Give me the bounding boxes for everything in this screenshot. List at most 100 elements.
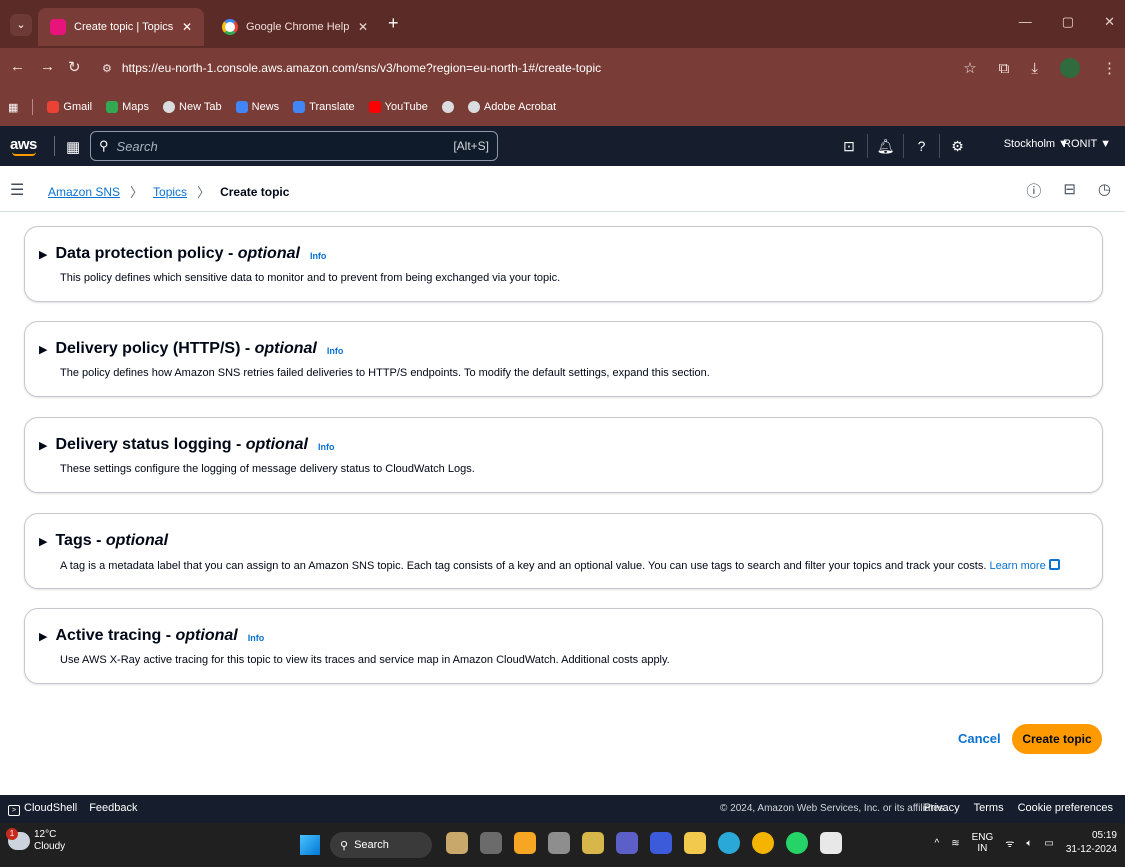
- chrome-browser-icon[interactable]: [752, 832, 774, 854]
- info-panel-icon[interactable]: ⓘ: [1026, 180, 1041, 201]
- search-shortcut: [Alt+S]: [453, 139, 489, 153]
- breadcrumb: Amazon SNS 〉 Topics 〉 Create topic: [48, 182, 289, 201]
- bookmark-star-icon[interactable]: ☆: [963, 59, 976, 77]
- bookmark-gmail[interactable]: Gmail: [47, 101, 92, 113]
- notifications-panel-icon[interactable]: ⊟: [1063, 180, 1076, 201]
- settings-app-icon[interactable]: [548, 832, 570, 854]
- info-link[interactable]: Info: [327, 346, 344, 356]
- globe-icon: [467, 101, 480, 113]
- battery-icon[interactable]: ▭: [1044, 838, 1053, 849]
- section-delivery-status-logging[interactable]: ▶ Delivery status logging - optional Inf…: [24, 417, 1103, 493]
- create-topic-button[interactable]: Create topic: [1012, 724, 1102, 754]
- section-data-protection-policy[interactable]: ▶ Data protection policy - optional Info…: [24, 226, 1103, 302]
- bookmark-adobe-acrobat[interactable]: Adobe Acrobat: [467, 101, 556, 113]
- section-header[interactable]: ▶ Data protection policy - optional Info: [39, 245, 326, 263]
- section-header[interactable]: ▶ Delivery policy (HTTP/S) - optional In…: [39, 340, 343, 358]
- tab-close-icon[interactable]: ✕: [358, 20, 368, 34]
- learn-more-link[interactable]: Learn more: [989, 560, 1045, 572]
- bookmark-new-tab[interactable]: New Tab: [163, 101, 222, 113]
- chevron-right-icon: 〉: [130, 185, 144, 200]
- section-header[interactable]: ▶ Tags - optional: [39, 532, 168, 550]
- whatsapp-icon[interactable]: [786, 832, 808, 854]
- hamburger-menu-icon[interactable]: ☰: [10, 180, 24, 200]
- section-delivery-policy[interactable]: ▶ Delivery policy (HTTP/S) - optional In…: [24, 321, 1103, 397]
- document-app-icon[interactable]: [820, 832, 842, 854]
- bookmark-maps[interactable]: Maps: [106, 101, 149, 113]
- terminal-icon: >: [8, 805, 20, 816]
- widgets-app-icon[interactable]: [446, 832, 468, 854]
- minimize-icon[interactable]: —: [1019, 14, 1032, 30]
- section-header[interactable]: ▶ Delivery status logging - optional Inf…: [39, 436, 334, 454]
- services-grid-icon[interactable]: ▦: [66, 138, 80, 156]
- tab-create-topic[interactable]: Create topic | Topics | Simple N ✕: [38, 8, 204, 46]
- feedback-link[interactable]: Feedback: [89, 802, 137, 816]
- task-view-icon[interactable]: [480, 832, 502, 854]
- language-indicator[interactable]: ENG IN: [972, 832, 994, 854]
- profile-avatar[interactable]: [1060, 58, 1080, 78]
- cancel-button[interactable]: Cancel: [958, 731, 1001, 746]
- download-icon[interactable]: ⤓: [1031, 60, 1038, 77]
- network-icon[interactable]: ≋: [951, 838, 959, 849]
- tab-close-icon[interactable]: ✕: [182, 20, 192, 34]
- bookmark-youtube[interactable]: YouTube: [368, 101, 428, 113]
- close-window-icon[interactable]: ✕: [1104, 14, 1115, 30]
- section-description: The policy defines how Amazon SNS retrie…: [60, 367, 710, 379]
- section-tags[interactable]: ▶ Tags - optional A tag is a metadata la…: [24, 513, 1103, 589]
- privacy-link[interactable]: Privacy: [924, 802, 960, 814]
- tab-title: Google Chrome Help: [246, 21, 350, 33]
- chevron-up-icon[interactable]: ^: [934, 838, 939, 849]
- chrome-menu-icon[interactable]: ⋮: [1102, 59, 1117, 77]
- aws-logo[interactable]: aws: [10, 136, 37, 156]
- info-link[interactable]: Info: [248, 633, 265, 643]
- reload-icon[interactable]: ↻: [68, 58, 81, 76]
- extensions-icon[interactable]: ⧉: [999, 60, 1010, 77]
- clock-history-icon[interactable]: ◷: [1098, 180, 1111, 201]
- terms-link[interactable]: Terms: [974, 802, 1004, 814]
- breadcrumb-topics[interactable]: Topics: [153, 185, 187, 199]
- taskbar-search[interactable]: ⚲ Search: [330, 832, 432, 858]
- site-info-icon[interactable]: ⚙: [102, 62, 112, 75]
- file-explorer-icon[interactable]: [684, 832, 706, 854]
- file-app-icon[interactable]: [582, 832, 604, 854]
- cloudshell-icon[interactable]: ⊡: [831, 134, 867, 158]
- browser-tab-strip: ⌄ Create topic | Topics | Simple N ✕ Goo…: [0, 0, 1125, 48]
- vscode-app-icon[interactable]: [650, 832, 672, 854]
- weather-widget[interactable]: 1 12°C Cloudy: [6, 828, 65, 853]
- bookmark-news[interactable]: News: [235, 101, 279, 113]
- info-link[interactable]: Info: [318, 442, 335, 452]
- volume-mute-icon[interactable]: 🔈︎: [1026, 838, 1032, 849]
- section-header[interactable]: ▶ Active tracing - optional Info: [39, 627, 264, 645]
- teams-app-icon[interactable]: [616, 832, 638, 854]
- info-link[interactable]: Info: [310, 251, 327, 261]
- new-tab-button[interactable]: +: [388, 14, 399, 32]
- section-active-tracing[interactable]: ▶ Active tracing - optional Info Use AWS…: [24, 608, 1103, 684]
- edge-browser-icon[interactable]: [718, 832, 740, 854]
- aws-search-input[interactable]: ⚲ Search [Alt+S]: [90, 131, 498, 161]
- weather-badge: 1: [6, 828, 18, 840]
- apps-grid-icon[interactable]: ▦: [8, 101, 18, 114]
- region-selector[interactable]: Stockholm ▼: [1004, 138, 1069, 150]
- cloudshell-button[interactable]: > CloudShell: [8, 802, 77, 816]
- windows-taskbar: 1 12°C Cloudy ⚲ Search ^ ≋ ENG IN ᯤ 🔈︎ ▭ 0…: [0, 823, 1125, 867]
- windows-start-icon[interactable]: [300, 835, 320, 855]
- omnibox[interactable]: ⚙ https://eu-north-1.console.aws.amazon.…: [94, 54, 954, 82]
- account-menu[interactable]: RONIT ▼: [1063, 138, 1111, 150]
- bookmark-globe[interactable]: [441, 101, 454, 113]
- forward-icon[interactable]: →: [40, 58, 55, 75]
- restore-icon[interactable]: ▢: [1062, 14, 1074, 30]
- tab-chrome-help[interactable]: Google Chrome Help ✕: [210, 8, 380, 46]
- notifications-bell-icon[interactable]: 🔔︎: [867, 134, 903, 158]
- help-icon[interactable]: ?: [903, 134, 939, 158]
- settings-gear-icon[interactable]: ⚙: [939, 134, 975, 158]
- breadcrumb-amazon-sns[interactable]: Amazon SNS: [48, 185, 120, 199]
- clock[interactable]: 05:19 31-12-2024: [1066, 829, 1117, 857]
- bookmark-translate[interactable]: Translate: [293, 101, 355, 113]
- wifi-icon[interactable]: ᯤ: [1005, 836, 1014, 850]
- copilot-app-icon[interactable]: [514, 832, 536, 854]
- back-icon[interactable]: ←: [10, 58, 25, 75]
- tab-search-icon[interactable]: ⌄: [10, 14, 32, 36]
- news-icon: [235, 101, 248, 113]
- cookie-preferences-link[interactable]: Cookie preferences: [1018, 802, 1113, 814]
- window-controls: — ▢ ✕: [1019, 14, 1115, 30]
- footer-left: > CloudShell Feedback: [8, 802, 138, 816]
